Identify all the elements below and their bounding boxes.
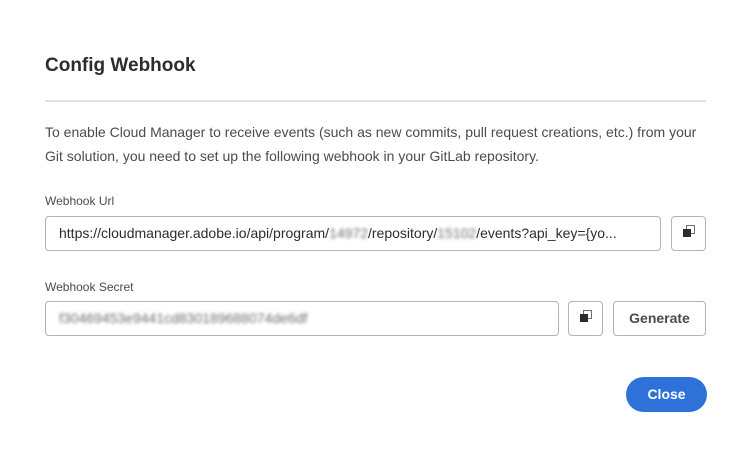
webhook-url-repository-id: 15102 bbox=[437, 225, 477, 241]
copy-icon bbox=[682, 224, 696, 243]
close-button[interactable]: Close bbox=[626, 377, 707, 412]
copy-icon bbox=[579, 309, 593, 328]
config-webhook-dialog: Config Webhook To enable Cloud Manager t… bbox=[0, 0, 750, 455]
webhook-url-program-id: 14972 bbox=[329, 225, 368, 241]
webhook-url-label: Webhook Url bbox=[45, 194, 115, 208]
title-divider bbox=[45, 100, 706, 102]
webhook-secret-field[interactable]: f30469453e9441cd830189688074de6df bbox=[45, 301, 559, 336]
webhook-url-mid: /repository/ bbox=[368, 225, 438, 241]
webhook-secret-label: Webhook Secret bbox=[45, 280, 134, 294]
copy-secret-button[interactable] bbox=[568, 301, 603, 336]
generate-button[interactable]: Generate bbox=[613, 301, 706, 336]
webhook-url-field[interactable]: https://cloudmanager.adobe.io/api/progra… bbox=[45, 216, 661, 251]
webhook-secret-value: f30469453e9441cd830189688074de6df bbox=[59, 310, 308, 326]
dialog-title: Config Webhook bbox=[45, 55, 196, 76]
webhook-url-suffix: /events?api_key={yo... bbox=[476, 225, 617, 241]
copy-url-button[interactable] bbox=[671, 216, 706, 251]
dialog-description: To enable Cloud Manager to receive event… bbox=[45, 124, 697, 164]
webhook-url-prefix: https://cloudmanager.adobe.io/api/progra… bbox=[59, 225, 330, 241]
